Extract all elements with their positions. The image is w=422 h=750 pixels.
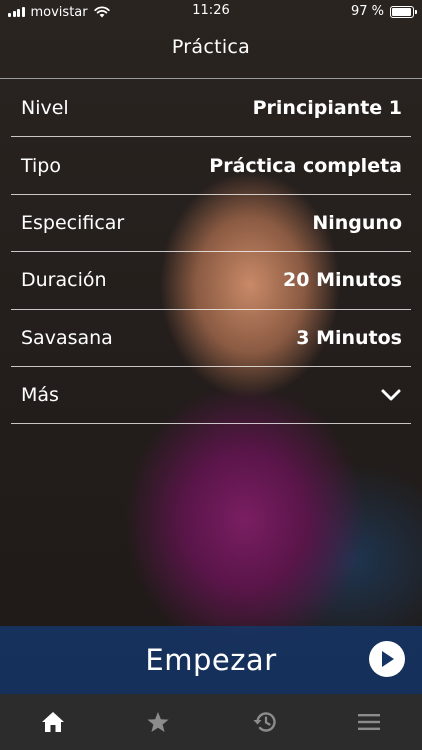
setting-label: Duración	[21, 269, 107, 292]
home-icon	[41, 712, 64, 732]
setting-label: Nivel	[21, 97, 69, 120]
setting-label: Tipo	[21, 154, 61, 177]
setting-row-duracion[interactable]: Duración 20 Minutos	[11, 252, 411, 310]
setting-value: Práctica completa	[209, 154, 402, 177]
history-icon	[253, 712, 276, 732]
carrier-name: movistar	[30, 4, 88, 20]
status-right: 97 %	[350, 4, 417, 19]
tab-favorites[interactable]	[128, 694, 188, 750]
tab-history[interactable]	[234, 694, 294, 750]
signal-icon	[8, 7, 25, 17]
battery-percent: 97 %	[350, 4, 384, 19]
nav-divider	[0, 78, 422, 79]
setting-row-especificar[interactable]: Especificar Ninguno	[11, 195, 411, 253]
setting-row-mas[interactable]: Más	[11, 367, 411, 425]
start-label: Empezar	[145, 643, 277, 677]
setting-label: Savasana	[21, 326, 113, 349]
status-bar: movistar 11:26 97 %	[0, 0, 422, 24]
wifi-icon	[93, 6, 110, 18]
start-button[interactable]: Empezar	[0, 626, 422, 694]
tab-bar	[0, 694, 422, 750]
setting-value: 3 Minutos	[296, 326, 402, 349]
setting-value: Ninguno	[312, 211, 402, 234]
page-title: Práctica	[171, 36, 251, 58]
setting-row-tipo[interactable]: Tipo Práctica completa	[11, 137, 411, 195]
play-icon[interactable]	[369, 641, 405, 677]
setting-label: Más	[21, 384, 59, 407]
setting-value: 20 Minutos	[283, 269, 402, 292]
setting-value: Principiante 1	[252, 97, 402, 120]
chevron-down-icon[interactable]	[380, 384, 402, 406]
setting-row-nivel[interactable]: Nivel Principiante 1	[11, 80, 411, 138]
status-left: movistar	[8, 5, 110, 20]
settings-list: Nivel Principiante 1 Tipo Práctica compl…	[11, 80, 411, 425]
battery-level	[392, 7, 412, 16]
setting-row-savasana[interactable]: Savasana 3 Minutos	[11, 310, 411, 367]
tab-menu[interactable]	[339, 694, 399, 750]
battery-icon	[390, 5, 417, 18]
star-icon	[147, 711, 169, 732]
menu-icon	[358, 714, 381, 730]
setting-label: Especificar	[21, 211, 125, 234]
tab-home[interactable]	[23, 694, 83, 750]
